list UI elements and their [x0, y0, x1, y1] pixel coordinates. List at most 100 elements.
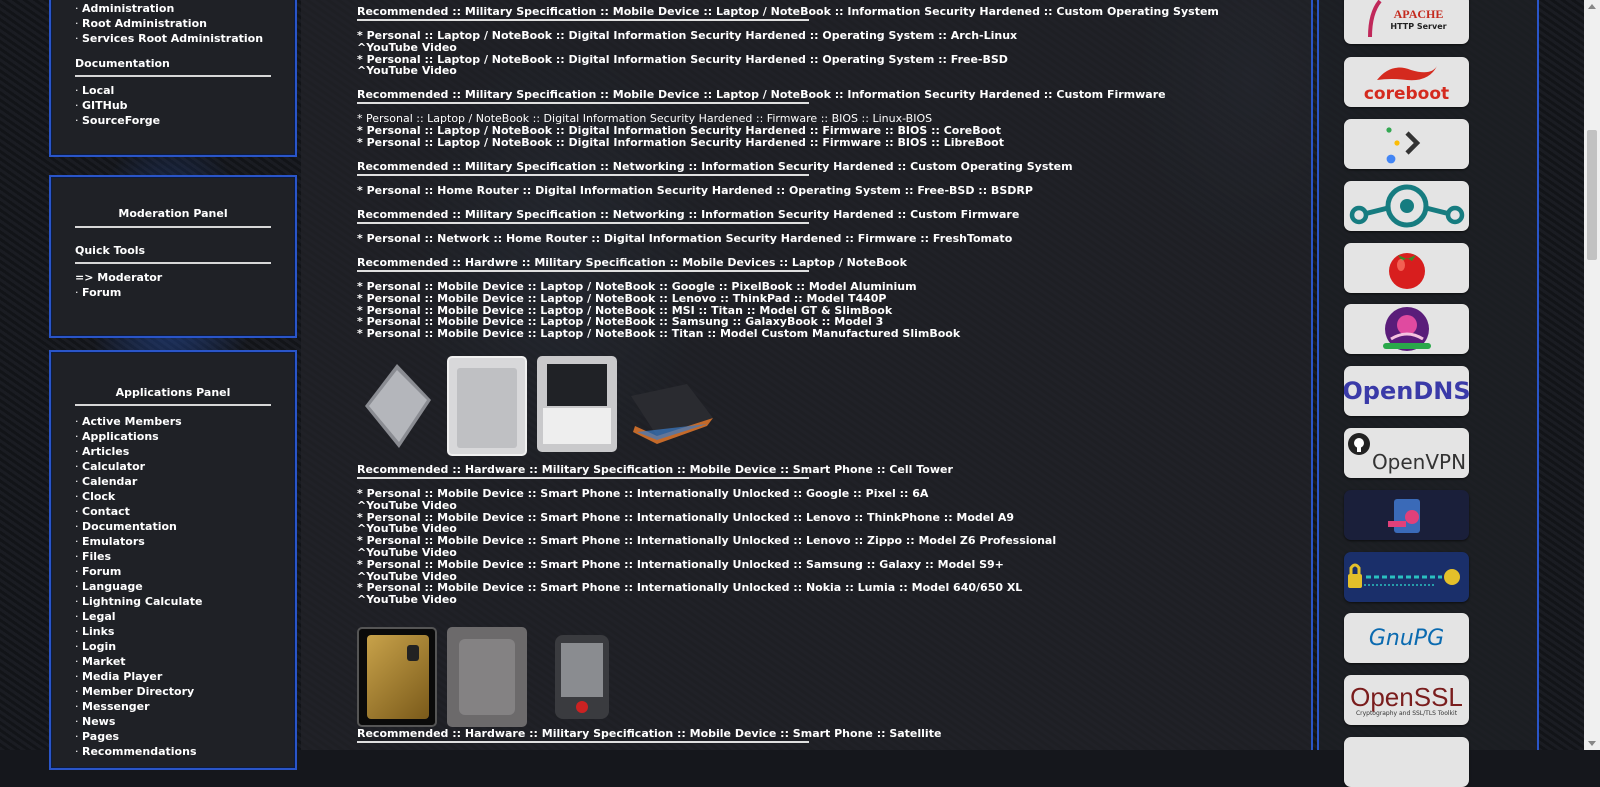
sidebar-app-label: Login [82, 640, 117, 653]
sidebar-app-link[interactable]: · Market [75, 654, 271, 669]
sidebar-link-github[interactable]: · GITHub [75, 98, 271, 113]
sidebar-app-label: Files [82, 550, 112, 563]
moderation-panel: Moderation Panel Quick Tools => Moderato… [49, 175, 297, 338]
left-sidebar: · Administration · Root Administration ·… [49, 0, 297, 770]
openvpn-logo-name: OpenVPN [1371, 450, 1467, 474]
youtube-video-link[interactable]: ^YouTube Video [357, 41, 457, 54]
youtube-video-link[interactable]: ^YouTube Video [357, 499, 457, 512]
bullet: · [75, 730, 82, 743]
openvpn-logo[interactable]: OpenVPN [1344, 428, 1469, 478]
sidebar-app-link[interactable]: · Lightning Calculate [75, 594, 271, 609]
opendns-logo-name: OpenDNS [1344, 377, 1469, 405]
sidebar-app-link[interactable]: · Language [75, 579, 271, 594]
section-heading: Recommended :: Military Specification ::… [357, 88, 1166, 101]
section-divider [357, 741, 809, 743]
coreboot-logo[interactable]: coreboot [1344, 57, 1469, 107]
freshtomato-logo[interactable] [1344, 243, 1469, 293]
laptop-image-msi-titan[interactable] [627, 356, 717, 452]
sidebar-app-link[interactable]: · Messenger [75, 699, 271, 714]
bullet: · [75, 685, 82, 698]
applications-panel: Applications Panel · Active Members · App… [49, 350, 297, 770]
sidebar-app-link[interactable]: · Forum [75, 564, 271, 579]
recommendation-item[interactable]: * Personal :: Mobile Device :: Smart Pho… [357, 535, 1056, 547]
quick-tools-heading: Quick Tools [75, 244, 146, 257]
sidebar-app-label: News [82, 715, 116, 728]
sidebar-app-link[interactable]: · Documentation [75, 519, 271, 534]
sidebar-app-link[interactable]: · Contact [75, 504, 271, 519]
recommendation-item[interactable]: * Personal :: Mobile Device :: Laptop / … [357, 328, 960, 340]
gnupg-logo[interactable]: GnuPG [1344, 613, 1469, 663]
vertical-scrollbar[interactable] [1584, 0, 1600, 750]
laptop-image-pixelbook[interactable] [357, 356, 437, 452]
sidebar-app-label: Links [82, 625, 115, 638]
recommendation-item[interactable]: * Personal :: Laptop / NoteBook :: Digit… [357, 124, 1001, 137]
recommendation-item[interactable]: * Personal :: Network :: Home Router :: … [357, 233, 1012, 245]
sidebar-app-link[interactable]: · Legal [75, 609, 271, 624]
lineageos-logo[interactable] [1344, 181, 1469, 231]
apache-logo-sub: HTTP Server [1390, 22, 1447, 31]
sidebar-app-link[interactable]: · Articles [75, 444, 271, 459]
opendns-logo[interactable]: OpenDNS [1344, 366, 1469, 416]
sidebar-app-link[interactable]: · Clock [75, 489, 271, 504]
security-illustration-logo[interactable] [1344, 490, 1469, 540]
moderation-panel-title: Moderation Panel [118, 207, 228, 220]
phone-image-grey[interactable] [447, 627, 527, 727]
sidebar-link-local[interactable]: · Local [75, 83, 271, 98]
phone-image-rugged[interactable] [537, 627, 627, 727]
sidebar-app-link[interactable]: · Emulators [75, 534, 271, 549]
section-divider [357, 174, 809, 176]
lotus-logo[interactable] [1344, 304, 1469, 354]
section-divider [357, 270, 809, 272]
sidebar-app-link[interactable]: · Login [75, 639, 271, 654]
applications-panel-title: Applications Panel [115, 386, 231, 399]
scroll-up-arrow-icon[interactable] [1588, 4, 1596, 9]
bullet: · [75, 640, 82, 653]
section-heading: Recommended :: Military Specification ::… [357, 5, 1219, 18]
youtube-video-link[interactable]: ^YouTube Video [357, 65, 457, 77]
sidebar-link-moderator[interactable]: => Moderator [75, 270, 271, 285]
encryption-key-logo[interactable] [1344, 552, 1469, 602]
sidebar-link-root-administration[interactable]: · Root Administration [75, 16, 271, 31]
apache-logo[interactable]: APACHE HTTP Server [1344, 0, 1469, 44]
recommendation-item[interactable]: * Personal :: Mobile Device :: Laptop / … [357, 292, 887, 305]
sidebar-app-link[interactable]: · Links [75, 624, 271, 639]
laptop-image-galaxybook[interactable] [537, 356, 617, 452]
recommendation-item[interactable]: * Personal :: Home Router :: Digital Inf… [357, 185, 1033, 197]
openssl-logo[interactable]: OpenSSL Cryptography and SSL/TLS Toolkit [1344, 675, 1469, 725]
bullet: · [75, 445, 82, 458]
sidebar-app-link[interactable]: · Files [75, 549, 271, 564]
recommendation-item[interactable]: * Personal :: Laptop / NoteBook :: Digit… [357, 136, 1004, 149]
sidebar-app-link[interactable]: · Applications [75, 429, 271, 444]
divider [75, 75, 271, 77]
administration-panel: · Administration · Root Administration ·… [49, 0, 297, 157]
sidebar-app-label: Forum [82, 565, 122, 578]
sidebar-app-label: Calendar [82, 475, 138, 488]
sidebar-app-label: Emulators [82, 535, 145, 548]
youtube-video-link[interactable]: ^YouTube Video [357, 594, 457, 606]
bullet: · [75, 550, 82, 563]
sidebar-link-forum[interactable]: · Forum [75, 285, 271, 300]
documentation-heading: Documentation [75, 57, 170, 70]
partial-logo[interactable] [1344, 737, 1469, 787]
sidebar-app-link[interactable]: · Calendar [75, 474, 271, 489]
sidebar-app-label: Calculator [82, 460, 146, 473]
sidebar-app-link[interactable]: · News [75, 714, 271, 729]
sidebar-link-sourceforge[interactable]: · SourceForge [75, 113, 271, 128]
sidebar-app-link[interactable]: · Recommendations [75, 744, 271, 759]
recommendation-item[interactable]: * Personal :: Mobile Device :: Smart Pho… [357, 558, 1004, 571]
bullet: · [75, 565, 82, 578]
phone-image-gold[interactable] [357, 627, 437, 727]
bullet: · [75, 475, 82, 488]
bullet: · [75, 580, 82, 593]
sidebar-link-services-root-administration[interactable]: · Services Root Administration [75, 31, 271, 46]
sidebar-app-link[interactable]: · Member Directory [75, 684, 271, 699]
sidebar-link-administration[interactable]: · Administration [75, 1, 271, 16]
scroll-down-arrow-icon[interactable] [1588, 741, 1596, 746]
sidebar-app-link[interactable]: · Pages [75, 729, 271, 744]
sidebar-app-link[interactable]: · Media Player [75, 669, 271, 684]
sidebar-app-link[interactable]: · Active Members [75, 414, 271, 429]
prompt-logo[interactable] [1344, 119, 1469, 169]
scrollbar-thumb[interactable] [1587, 130, 1597, 260]
sidebar-app-link[interactable]: · Calculator [75, 459, 271, 474]
laptop-image-thinkpad[interactable] [447, 356, 527, 456]
